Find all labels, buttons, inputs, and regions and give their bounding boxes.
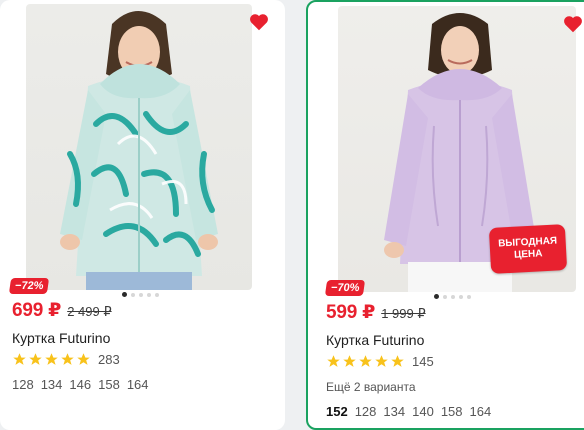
star-icon — [391, 355, 404, 367]
product-title[interactable]: Куртка Futurino — [12, 330, 110, 346]
size-option[interactable]: 158 — [441, 404, 463, 419]
size-option-selected[interactable]: 152 — [326, 404, 348, 419]
photo-carousel-dots[interactable] — [434, 294, 471, 299]
girl-jacket-image — [60, 11, 218, 290]
star-icon — [77, 353, 90, 365]
star-icon — [343, 355, 356, 367]
promo-line: ЦЕНА — [513, 248, 543, 261]
star-icon — [375, 355, 388, 367]
carousel-dot[interactable] — [131, 292, 135, 297]
carousel-dot[interactable] — [155, 292, 159, 297]
price-row: 699 ₽ 2 499 ₽ — [12, 299, 112, 322]
product-card[interactable]: ВЫГОДНАЯ ЦЕНА −70% 599 ₽ 1 999 ₽ Куртка … — [306, 0, 584, 430]
product-card[interactable]: −72% 699 ₽ 2 499 ₽ Куртка Futurino 283 1… — [0, 0, 285, 430]
price-row: 599 ₽ 1 999 ₽ — [326, 301, 426, 324]
star-icon — [13, 353, 26, 365]
star-icon — [45, 353, 58, 365]
carousel-dot[interactable] — [443, 294, 447, 299]
size-option[interactable]: 164 — [470, 404, 492, 419]
size-option[interactable]: 164 — [127, 377, 149, 392]
best-price-badge: ВЫГОДНАЯ ЦЕНА — [488, 224, 568, 274]
product-photo[interactable] — [26, 4, 252, 290]
product-title[interactable]: Куртка Futurino — [326, 332, 424, 348]
more-variants-link[interactable]: Ещё 2 варианта — [326, 380, 416, 394]
size-option[interactable]: 158 — [98, 377, 120, 392]
heart-filled-icon[interactable] — [562, 13, 584, 35]
carousel-dot[interactable] — [122, 292, 127, 297]
carousel-dot[interactable] — [467, 294, 471, 299]
size-option[interactable]: 146 — [69, 377, 91, 392]
current-price: 599 ₽ — [326, 302, 376, 323]
reviews-count: 283 — [98, 352, 120, 367]
current-price: 699 ₽ — [12, 300, 62, 321]
size-list: 152 128 134 140 158 164 — [326, 404, 491, 419]
carousel-dot[interactable] — [139, 292, 143, 297]
star-icon — [327, 355, 340, 367]
rating[interactable]: 145 — [326, 354, 434, 369]
discount-badge: −72% — [8, 278, 50, 294]
size-option[interactable]: 134 — [383, 404, 405, 419]
old-price: 1 999 ₽ — [381, 306, 426, 321]
rating[interactable]: 283 — [12, 352, 120, 367]
discount-badge: −70% — [324, 280, 366, 296]
reviews-count: 145 — [412, 354, 434, 369]
heart-filled-icon[interactable] — [248, 11, 270, 33]
carousel-dot[interactable] — [147, 292, 151, 297]
old-price: 2 499 ₽ — [67, 304, 112, 319]
carousel-dot[interactable] — [434, 294, 439, 299]
size-option[interactable]: 134 — [41, 377, 63, 392]
carousel-dot[interactable] — [459, 294, 463, 299]
photo-carousel-dots[interactable] — [122, 292, 159, 297]
star-icon — [359, 355, 372, 367]
size-option[interactable]: 128 — [12, 377, 34, 392]
size-list: 128 134 146 158 164 — [12, 377, 149, 392]
star-icon — [29, 353, 42, 365]
size-option[interactable]: 128 — [355, 404, 377, 419]
star-icon — [61, 353, 74, 365]
carousel-dot[interactable] — [451, 294, 455, 299]
size-option[interactable]: 140 — [412, 404, 434, 419]
